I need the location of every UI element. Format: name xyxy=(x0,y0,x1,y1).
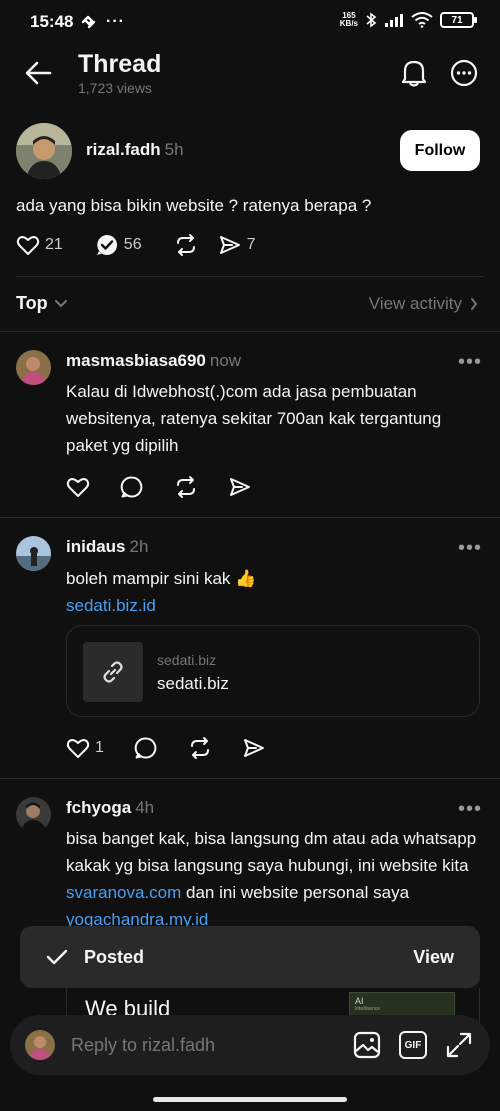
link-preview-card[interactable]: sedati.biz sedati.biz xyxy=(66,625,480,717)
link-thumbnail xyxy=(83,642,143,702)
reply-more-icon[interactable]: ••• xyxy=(458,538,482,558)
back-arrow-icon[interactable] xyxy=(24,60,52,86)
reply-avatar[interactable] xyxy=(16,536,51,571)
like-count: 21 xyxy=(45,236,63,253)
share-icon[interactable] xyxy=(218,233,242,257)
repost-icon[interactable] xyxy=(174,233,198,257)
composer-avatar xyxy=(25,1030,55,1060)
like-icon[interactable] xyxy=(16,234,40,256)
reply-actions xyxy=(66,475,252,499)
post-author-name[interactable]: rizal.fadh 5h xyxy=(86,140,184,160)
repost-icon[interactable] xyxy=(174,475,198,499)
card-title: sedati.biz xyxy=(157,674,229,693)
divider xyxy=(0,517,500,518)
chevron-down-icon xyxy=(54,299,67,307)
reply-link[interactable]: svaranova.com xyxy=(66,883,181,902)
reply-author[interactable]: inidaus 2h xyxy=(66,537,148,557)
status-bar: 15:48 ··· 165 KB/s 71 xyxy=(0,0,500,44)
repost-icon[interactable] xyxy=(188,736,212,760)
share-count: 7 xyxy=(246,236,256,253)
page-title: Thread xyxy=(78,50,162,78)
comment-icon[interactable] xyxy=(134,736,158,760)
more-options-icon[interactable] xyxy=(450,59,478,87)
like-icon[interactable] xyxy=(66,476,90,498)
net-speed: 165 KB/s xyxy=(339,11,358,28)
reply-text: bisa banget kak, bisa langsung dm atau a… xyxy=(66,829,477,929)
view-activity-link[interactable]: View activity xyxy=(369,294,478,314)
comment-icon[interactable] xyxy=(120,475,144,499)
share-icon[interactable] xyxy=(228,475,252,499)
battery-indicator: 71 xyxy=(440,12,477,28)
reply-text: Kalau di Idwebhost(.)com ada jasa pembua… xyxy=(66,382,442,455)
post-actions: 21 56 7 xyxy=(16,233,256,257)
check-icon xyxy=(46,949,68,965)
toast-label: Posted xyxy=(84,947,145,967)
bell-icon[interactable] xyxy=(400,58,428,88)
divider xyxy=(16,276,484,277)
reply-count: 56 xyxy=(123,236,142,253)
divider xyxy=(0,778,500,779)
posted-toast: Posted View xyxy=(20,926,480,988)
more-notifications-icon: ··· xyxy=(106,13,125,30)
like-count: 1 xyxy=(95,739,104,756)
image-icon[interactable] xyxy=(353,1031,381,1059)
reply-more-icon[interactable]: ••• xyxy=(458,799,482,819)
gif-button[interactable]: GIF xyxy=(399,1031,427,1059)
share-icon[interactable] xyxy=(242,736,266,760)
reply-link[interactable]: sedati.biz.id xyxy=(66,592,156,619)
reply-text: boleh mampir sini kak 👍 xyxy=(66,569,257,588)
view-activity-label: View activity xyxy=(368,294,462,313)
bluetooth-icon xyxy=(366,12,377,28)
replies-icon[interactable] xyxy=(95,233,119,257)
link-icon xyxy=(103,661,123,683)
home-indicator[interactable] xyxy=(153,1097,347,1102)
sort-label: Top xyxy=(16,293,48,313)
follow-button[interactable]: Follow xyxy=(400,130,480,171)
toast-view-button[interactable]: View xyxy=(413,947,454,968)
sort-dropdown[interactable]: Top xyxy=(16,293,68,314)
reply-avatar[interactable] xyxy=(16,797,51,832)
post-text: ada yang bisa bikin website ? ratenya be… xyxy=(16,196,372,215)
divider xyxy=(0,331,500,332)
reply-actions: 1 xyxy=(66,736,266,760)
wifi-icon xyxy=(411,12,433,28)
chevron-right-icon xyxy=(471,298,478,310)
like-icon[interactable] xyxy=(66,737,90,759)
reply-author[interactable]: masmasbiasa690 now xyxy=(66,351,241,371)
status-time: 15:48 xyxy=(30,12,74,31)
app-notification-icon xyxy=(81,15,96,29)
expand-icon[interactable] xyxy=(445,1031,473,1059)
signal-icon xyxy=(385,14,403,27)
reply-author[interactable]: fchyoga 4h xyxy=(66,798,154,818)
views-count: 1,723 views xyxy=(78,80,152,96)
post-time: 5h xyxy=(164,140,184,159)
card-domain: sedati.biz xyxy=(157,652,217,668)
post-author-avatar[interactable] xyxy=(16,123,72,179)
reply-avatar[interactable] xyxy=(16,350,51,385)
reply-input[interactable]: Reply to rizal.fadh xyxy=(71,1035,215,1056)
reply-more-icon[interactable]: ••• xyxy=(458,352,482,372)
reply-composer[interactable]: Reply to rizal.fadh GIF xyxy=(10,1015,490,1075)
